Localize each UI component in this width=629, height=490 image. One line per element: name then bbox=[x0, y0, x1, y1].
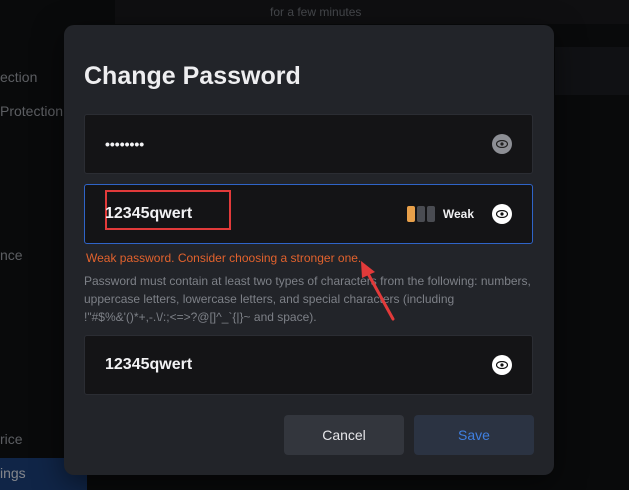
current-password-value: •••••••• bbox=[105, 136, 145, 152]
current-password-field[interactable]: •••••••• bbox=[84, 114, 533, 174]
eye-icon[interactable] bbox=[492, 204, 512, 224]
new-password-field[interactable]: 12345qwert Weak bbox=[84, 184, 533, 244]
change-password-dialog: Change Password •••••••• 12345qwert Weak… bbox=[64, 25, 554, 475]
cancel-button[interactable]: Cancel bbox=[284, 415, 404, 455]
save-button[interactable]: Save bbox=[414, 415, 534, 455]
password-strength-meter: Weak bbox=[406, 206, 474, 222]
strength-segment-1 bbox=[406, 206, 415, 222]
strength-label: Weak bbox=[442, 207, 474, 221]
password-requirements-hint: Password must contain at least two types… bbox=[84, 274, 531, 324]
strength-segment-2 bbox=[416, 206, 425, 222]
password-error-message: Weak password. Consider choosing a stron… bbox=[86, 251, 362, 265]
strength-segment-3 bbox=[426, 206, 435, 222]
eye-icon[interactable] bbox=[492, 355, 512, 375]
dialog-title: Change Password bbox=[84, 62, 301, 90]
confirm-password-field[interactable]: 12345qwert bbox=[84, 335, 533, 395]
eye-icon[interactable] bbox=[492, 134, 512, 154]
confirm-password-value: 12345qwert bbox=[105, 356, 193, 373]
new-password-value: 12345qwert bbox=[105, 205, 193, 222]
